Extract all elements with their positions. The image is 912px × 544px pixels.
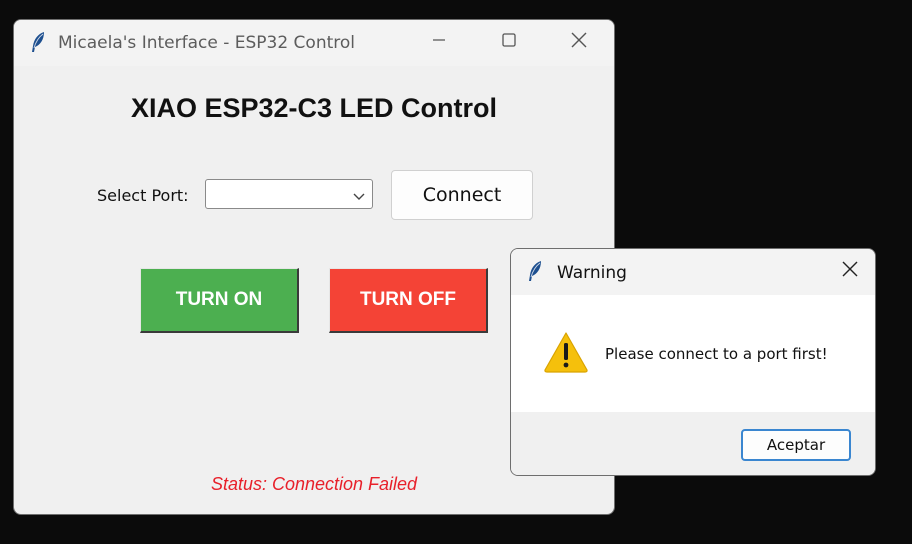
dialog-close-button[interactable] — [827, 249, 873, 293]
main-titlebar[interactable]: Micaela's Interface - ESP32 Control — [14, 20, 614, 66]
warning-message: Please connect to a port first! — [605, 345, 828, 363]
warning-triangle-icon — [543, 331, 589, 373]
feather-icon — [525, 260, 545, 282]
accept-button[interactable]: Aceptar — [741, 429, 851, 461]
feather-icon — [28, 31, 48, 53]
chevron-down-icon — [352, 189, 366, 200]
close-icon — [842, 261, 858, 282]
minimize-icon — [432, 33, 446, 52]
turn-on-button[interactable]: TURN ON — [140, 268, 299, 333]
minimize-button[interactable] — [416, 20, 462, 64]
main-window-title: Micaela's Interface - ESP32 Control — [58, 33, 356, 53]
port-select[interactable] — [205, 179, 373, 209]
connect-button[interactable]: Connect — [391, 170, 533, 220]
warning-titlebar[interactable]: Warning — [511, 249, 875, 295]
warning-dialog-title: Warning — [557, 263, 627, 283]
status-text: Status: Connection Failed — [210, 474, 418, 494]
turn-off-button[interactable]: TURN OFF — [329, 268, 488, 333]
page-title: XIAO ESP32-C3 LED Control — [130, 93, 498, 123]
dialog-content: Please connect to a port first! — [511, 295, 875, 412]
warning-dialog: Warning Please connect to a port first! … — [510, 248, 876, 476]
close-icon — [571, 32, 587, 53]
select-port-label: Select Port: — [97, 186, 189, 205]
maximize-icon — [502, 32, 516, 52]
maximize-button[interactable] — [486, 20, 532, 64]
close-button[interactable] — [556, 20, 602, 64]
